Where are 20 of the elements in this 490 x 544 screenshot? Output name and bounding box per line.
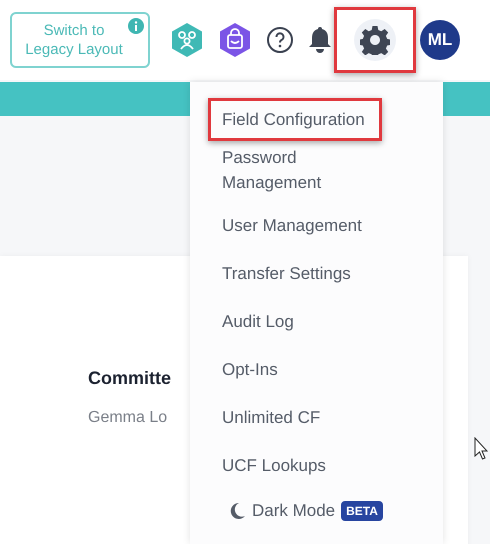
menu-item[interactable]: Audit Log (208, 300, 308, 343)
menu-item[interactable]: Opt-Ins (208, 348, 292, 391)
shopping-bag-hexagon-icon[interactable] (218, 22, 252, 58)
menu-item[interactable]: User Management (208, 204, 376, 247)
menu-item[interactable]: Unlimited CF (208, 396, 334, 439)
card-title: Committe (88, 368, 172, 389)
info-icon (128, 18, 144, 34)
menu-item[interactable]: Password Management (208, 142, 408, 198)
help-icon[interactable] (266, 26, 294, 54)
dark-mode-toggle[interactable]: Dark Mode (252, 498, 336, 523)
card-subtitle: Gemma Lo (88, 409, 168, 427)
moon-icon (230, 502, 246, 520)
settings-button[interactable] (354, 19, 396, 61)
settings-icon (360, 25, 390, 55)
user-avatar[interactable]: ML (420, 20, 460, 60)
menu-item[interactable]: Field Configuration (208, 98, 382, 141)
bell-icon[interactable] (308, 25, 332, 55)
menu-item[interactable]: Transfer Settings (208, 252, 365, 295)
beta-badge: BETA (341, 500, 383, 520)
menu-item[interactable]: UCF Lookups (208, 444, 340, 487)
